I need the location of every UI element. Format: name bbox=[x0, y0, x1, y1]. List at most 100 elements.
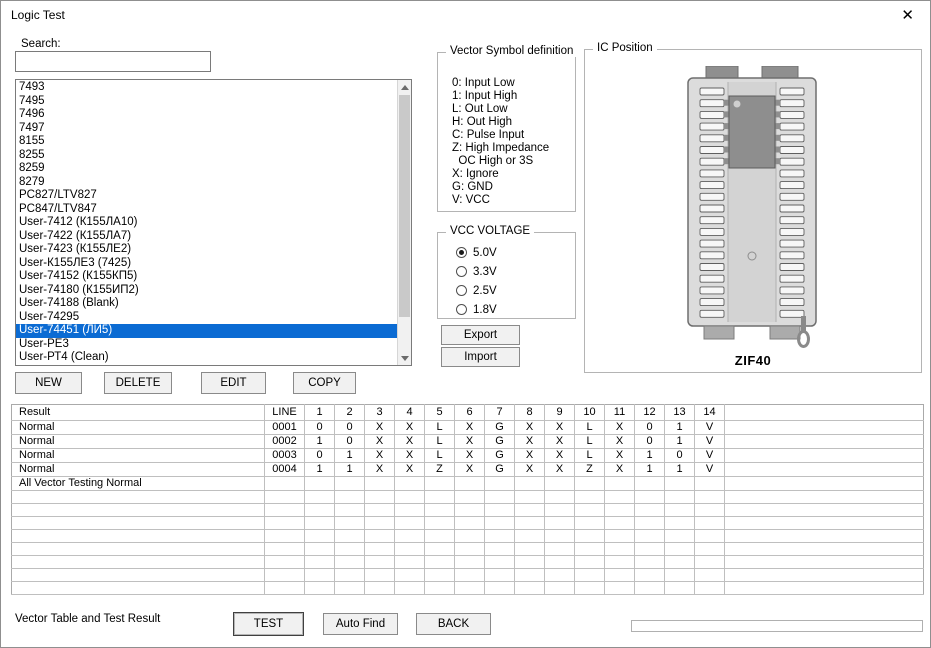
column-header-filler bbox=[725, 405, 924, 421]
scroll-thumb[interactable] bbox=[399, 95, 410, 317]
column-header: LINE bbox=[265, 405, 305, 421]
list-item[interactable]: 7495 bbox=[16, 95, 397, 109]
vcc-option-2-5V[interactable]: 2.5V bbox=[438, 281, 575, 300]
list-item[interactable]: PC827/LTV827 bbox=[16, 189, 397, 203]
column-header: 9 bbox=[545, 405, 575, 421]
table-row-empty bbox=[12, 504, 924, 517]
table-row: Normal000210XXLXGXXLX01V bbox=[12, 435, 924, 449]
list-item[interactable]: User-7412 (К155ЛА10) bbox=[16, 216, 397, 230]
triangle-up-icon bbox=[401, 85, 409, 90]
list-item[interactable]: 7497 bbox=[16, 122, 397, 136]
back-button[interactable]: BACK bbox=[416, 613, 491, 635]
scroll-down-button[interactable] bbox=[398, 351, 411, 365]
close-icon[interactable]: ✕ bbox=[895, 6, 920, 25]
list-item[interactable]: 8155 bbox=[16, 135, 397, 149]
list-item[interactable]: User-7422 (К155ЛА7) bbox=[16, 230, 397, 244]
list-item[interactable]: 8255 bbox=[16, 149, 397, 163]
column-header: 14 bbox=[695, 405, 725, 421]
socket-lever-loop bbox=[799, 332, 809, 347]
column-header: Result bbox=[12, 405, 265, 421]
import-button[interactable]: Import bbox=[441, 347, 520, 367]
new-button[interactable]: NEW bbox=[15, 372, 82, 394]
radio-icon bbox=[456, 285, 467, 296]
vcc-option-label: 3.3V bbox=[473, 266, 497, 278]
table-row: Normal000100XXLXGXXLX01V bbox=[12, 421, 924, 435]
vector-symbol-group-title: Vector Symbol definition bbox=[446, 45, 577, 57]
vcc-option-1-8V[interactable]: 1.8V bbox=[438, 300, 575, 319]
column-header: 5 bbox=[425, 405, 455, 421]
radio-icon bbox=[456, 304, 467, 315]
radio-icon bbox=[456, 266, 467, 277]
column-header: 3 bbox=[365, 405, 395, 421]
table-row-empty bbox=[12, 556, 924, 569]
vcc-option-label: 5.0V bbox=[473, 247, 497, 259]
vcc-option-label: 1.8V bbox=[473, 304, 497, 316]
column-header: 7 bbox=[485, 405, 515, 421]
ic-position-group: IC Position ZIF40 bbox=[584, 49, 922, 373]
export-button[interactable]: Export bbox=[441, 325, 520, 345]
list-item[interactable]: User-К155ЛЕ3 (7425) bbox=[16, 257, 397, 271]
table-row-empty bbox=[12, 582, 924, 595]
list-item[interactable]: User-74180 (К155ИП2) bbox=[16, 284, 397, 298]
list-item[interactable]: 8259 bbox=[16, 162, 397, 176]
vcc-voltage-group: VCC VOLTAGE 5.0V3.3V2.5V1.8V bbox=[437, 232, 576, 319]
edit-button[interactable]: EDIT bbox=[201, 372, 266, 394]
column-header: 10 bbox=[575, 405, 605, 421]
table-row-empty bbox=[12, 530, 924, 543]
vcc-voltage-group-title: VCC VOLTAGE bbox=[446, 225, 534, 237]
vcc-option-3-3V[interactable]: 3.3V bbox=[438, 262, 575, 281]
list-item[interactable]: User-РТ4 (Clean) bbox=[16, 351, 397, 365]
ic-position-group-title: IC Position bbox=[593, 42, 657, 54]
vcc-option-5-0V[interactable]: 5.0V bbox=[438, 243, 575, 262]
search-input[interactable] bbox=[15, 51, 211, 72]
auto-find-button[interactable]: Auto Find bbox=[323, 613, 398, 635]
table-row-empty bbox=[12, 517, 924, 530]
vector-symbol-line: C: Pulse Input bbox=[452, 129, 575, 142]
delete-button[interactable]: DELETE bbox=[104, 372, 172, 394]
socket-wrap: ZIF40 bbox=[585, 66, 921, 368]
window-title: Logic Test bbox=[11, 8, 65, 22]
list-item[interactable]: User-7423 (К155ЛЕ2) bbox=[16, 243, 397, 257]
list-item[interactable]: User-74188 (Blank) bbox=[16, 297, 397, 311]
result-table: ResultLINE1234567891011121314Normal00010… bbox=[11, 404, 924, 595]
table-row-empty bbox=[12, 543, 924, 556]
column-header: 1 bbox=[305, 405, 335, 421]
column-header: 13 bbox=[665, 405, 695, 421]
table-row-empty bbox=[12, 569, 924, 582]
socket-top-tab-left bbox=[706, 66, 738, 79]
column-header: 2 bbox=[335, 405, 365, 421]
test-button[interactable]: TEST bbox=[233, 612, 304, 636]
table-row: Normal000301XXLXGXXLX10V bbox=[12, 449, 924, 463]
vector-symbol-line: 1: Input High bbox=[452, 90, 575, 103]
table-row: Normal000411XXZXGXXZX11V bbox=[12, 463, 924, 477]
vector-symbol-line: X: Ignore bbox=[452, 168, 575, 181]
search-label: Search: bbox=[21, 38, 61, 50]
table-row-empty bbox=[12, 491, 924, 504]
table-header-row: ResultLINE1234567891011121314 bbox=[12, 405, 924, 421]
column-header: 11 bbox=[605, 405, 635, 421]
vector-symbol-line: L: Out Low bbox=[452, 103, 575, 116]
vector-symbol-line: OC High or 3S bbox=[452, 155, 575, 168]
result-table-wrap: ResultLINE1234567891011121314Normal00010… bbox=[11, 404, 924, 595]
vector-symbol-line: G: GND bbox=[452, 181, 575, 194]
vector-symbol-line: H: Out High bbox=[452, 116, 575, 129]
list-item[interactable]: PC847/LTV847 bbox=[16, 203, 397, 217]
column-header: 4 bbox=[395, 405, 425, 421]
vector-symbol-group: Vector Symbol definition 0: Input Low1: … bbox=[437, 52, 576, 212]
scrollbar[interactable] bbox=[397, 80, 411, 365]
vector-symbol-line: 0: Input Low bbox=[452, 77, 575, 90]
socket-label: ZIF40 bbox=[735, 353, 771, 368]
progress-bar bbox=[631, 620, 923, 632]
socket-top-tab-right bbox=[762, 66, 798, 79]
vcc-options: 5.0V 3.3V 2.5V 1.8V bbox=[438, 233, 575, 319]
vcc-option-label: 2.5V bbox=[473, 285, 497, 297]
list-item[interactable]: 7496 bbox=[16, 108, 397, 122]
copy-button[interactable]: COPY bbox=[293, 372, 356, 394]
list-item[interactable]: User-74451 (ЛИ5) bbox=[16, 324, 397, 338]
list-item[interactable]: 7493 bbox=[16, 81, 397, 95]
list-item[interactable]: User-74295 bbox=[16, 311, 397, 325]
list-item[interactable]: User-74152 (К155КП5) bbox=[16, 270, 397, 284]
list-item[interactable]: 8279 bbox=[16, 176, 397, 190]
list-item[interactable]: User-РЕ3 bbox=[16, 338, 397, 352]
scroll-up-button[interactable] bbox=[398, 80, 411, 94]
